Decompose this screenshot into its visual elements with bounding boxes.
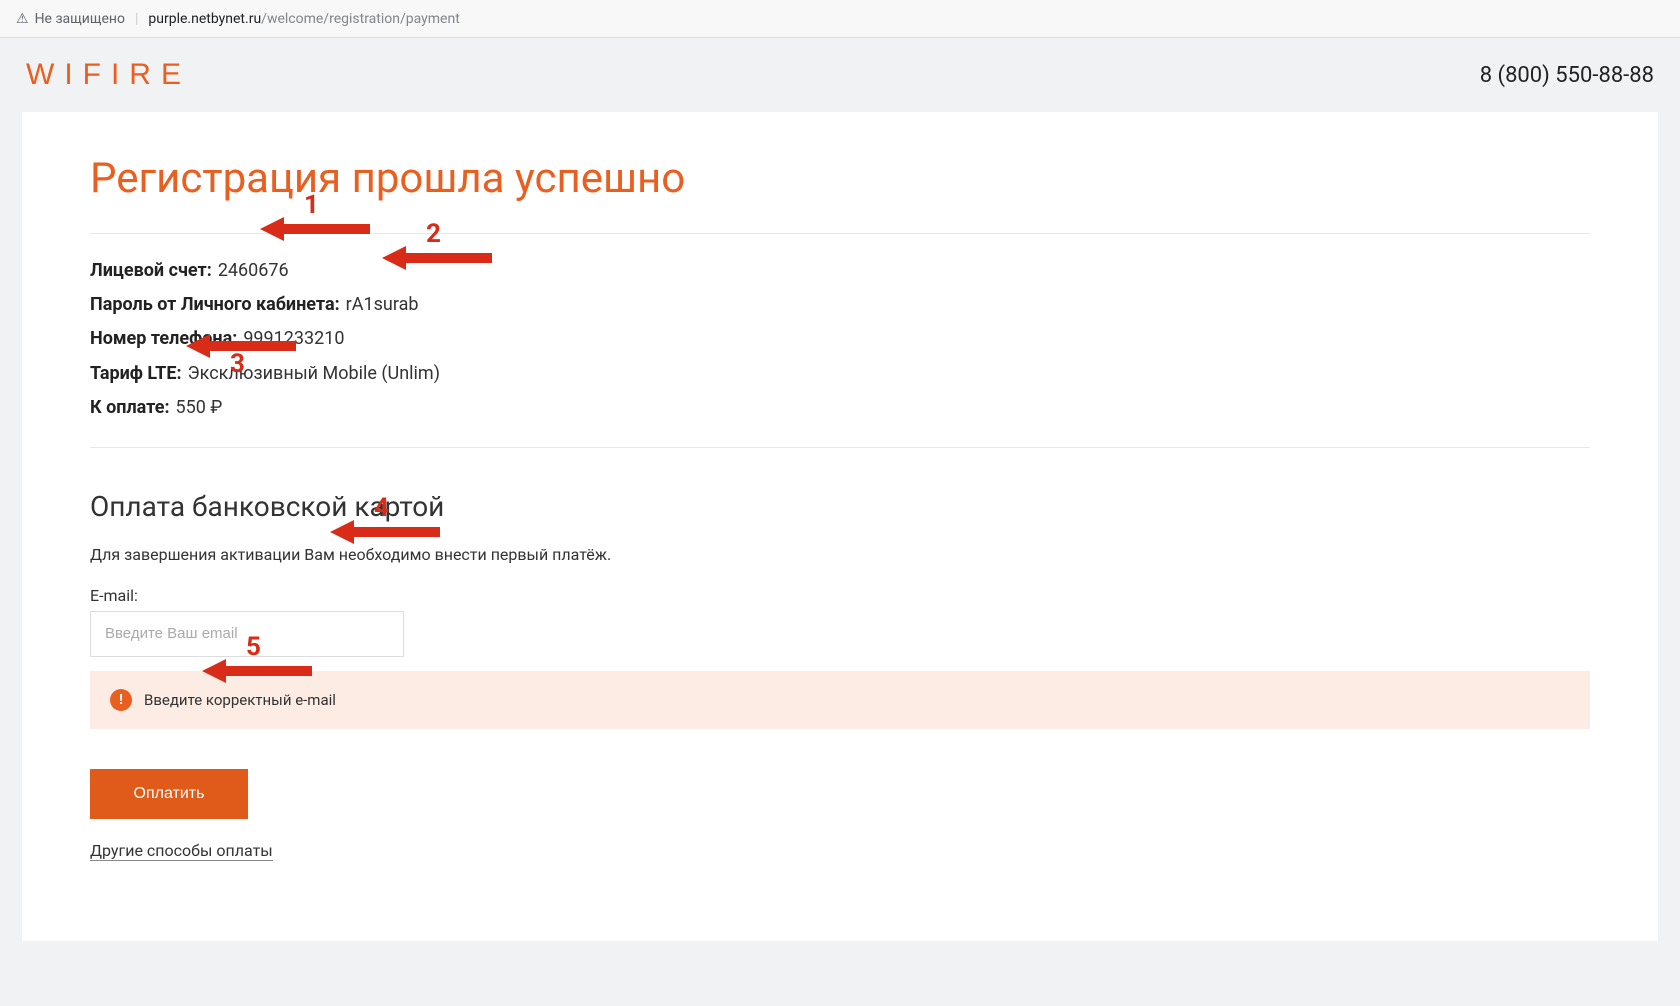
tariff-value: Эксклюзивный Mobile (Unlim) bbox=[188, 357, 440, 391]
payment-info: Для завершения активации Вам необходимо … bbox=[90, 545, 1590, 564]
password-value: rA1surab bbox=[346, 288, 419, 322]
url-path: /welcome/registration/payment bbox=[261, 11, 460, 27]
account-value: 2460676 bbox=[218, 254, 289, 288]
registration-details: Лицевой счет: 2460676 Пароль от Личного … bbox=[90, 233, 1590, 448]
amount-row: К оплате: 550 ₽ bbox=[90, 391, 1590, 425]
phone-label: Номер телефона: bbox=[90, 322, 237, 356]
contact-phone: 8 (800) 550-88-88 bbox=[1480, 63, 1654, 88]
phone-value: 9991233210 bbox=[243, 322, 344, 356]
page-body: WIFIRE 8 (800) 550-88-88 Регистрация про… bbox=[0, 38, 1680, 941]
page-title: Регистрация прошла успешно bbox=[90, 154, 1590, 203]
tariff-label: Тариф LTE: bbox=[90, 357, 182, 391]
exclamation-icon: ! bbox=[110, 689, 132, 711]
other-payment-methods-link[interactable]: Другие способы оплаты bbox=[90, 841, 273, 861]
email-field[interactable] bbox=[90, 611, 404, 657]
pay-button[interactable]: Оплатить bbox=[90, 769, 248, 819]
payment-subtitle: Оплата банковской картой bbox=[90, 490, 1590, 523]
phone-row: Номер телефона: 9991233210 bbox=[90, 322, 1590, 356]
account-label: Лицевой счет: bbox=[90, 254, 212, 288]
url-domain: purple.netbynet.ru bbox=[148, 11, 261, 27]
insecure-icon: ⚠ bbox=[16, 11, 29, 27]
password-row: Пароль от Личного кабинета: rA1surab bbox=[90, 288, 1590, 322]
browser-address-bar: ⚠ Не защищено | purple.netbynet.ru/welco… bbox=[0, 0, 1680, 38]
site-header: WIFIRE 8 (800) 550-88-88 bbox=[0, 38, 1680, 112]
amount-value: 550 ₽ bbox=[176, 391, 223, 425]
separator: | bbox=[135, 11, 138, 27]
account-row: Лицевой счет: 2460676 bbox=[90, 254, 1590, 288]
email-label: E-mail: bbox=[90, 586, 1590, 605]
tariff-row: Тариф LTE: Эксклюзивный Mobile (Unlim) bbox=[90, 357, 1590, 391]
password-label: Пароль от Личного кабинета: bbox=[90, 288, 340, 322]
amount-label: К оплате: bbox=[90, 391, 170, 425]
content-card: Регистрация прошла успешно Лицевой счет:… bbox=[22, 112, 1658, 941]
error-text: Введите корректный e-mail bbox=[144, 691, 336, 709]
security-label: Не защищено bbox=[35, 11, 125, 27]
logo: WIFIRE bbox=[26, 58, 191, 92]
error-banner: ! Введите корректный e-mail bbox=[90, 671, 1590, 729]
